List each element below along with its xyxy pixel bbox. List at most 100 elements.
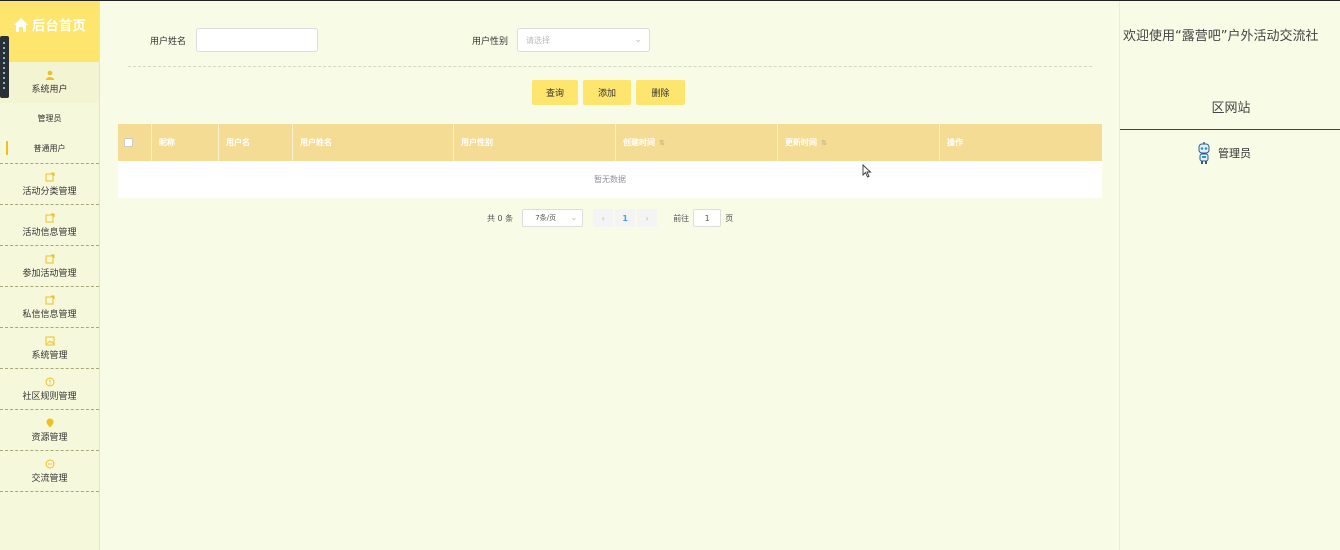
sidebar-drag-handle[interactable] [0, 36, 9, 98]
user-icon [45, 70, 54, 80]
right-panel: 欢迎使用“露营吧”户外活动交流社 区网站 管理员 [1119, 1, 1340, 550]
chevron-down-icon: ⌄ [570, 213, 578, 222]
menu-label: 活动信息管理 [22, 227, 77, 238]
add-button[interactable]: 添加 [583, 80, 631, 105]
current-user[interactable]: 管理员 [1196, 142, 1251, 164]
menu-community-rules[interactable]: 社区规则管理 [0, 369, 99, 409]
menu-group-activity-info: 活动信息管理 [0, 205, 99, 246]
menu-join-activity[interactable]: 参加活动管理 [0, 246, 99, 286]
pagination-total: 共 0 条 [487, 213, 514, 223]
goto-page-input[interactable]: 1 [693, 209, 722, 227]
user-gender-select[interactable]: 请选择 ⌄ [517, 28, 650, 52]
menu-group-system-users: 系统用户 管理员 普通用户 [0, 62, 99, 164]
menu-label: 私信信息管理 [22, 309, 77, 320]
data-table: 昵称 用户名 用户姓名 用户性别 创建时间 ⇅ 更新时间 ⇅ 操作 暂无数据 [118, 124, 1102, 198]
user-name-input[interactable] [196, 28, 318, 52]
delete-button[interactable]: 删除 [636, 80, 685, 105]
page-unit-label: 页 [725, 213, 734, 223]
menu-group-private-message: 私信信息管理 [0, 287, 99, 328]
column-real-name: 用户姓名 [292, 124, 453, 161]
chat-icon [45, 459, 54, 468]
sort-icon[interactable]: ⇅ [659, 139, 665, 147]
column-label: 更新时间 [785, 138, 817, 147]
sidebar-item-label: 管理员 [37, 113, 62, 123]
sort-icon[interactable]: ⇅ [821, 139, 827, 147]
home-icon [13, 17, 28, 32]
column-gender: 用户性别 [453, 124, 615, 161]
welcome-line-1: 欢迎使用“露营吧”户外活动交流社 [1123, 29, 1319, 44]
select-all-cell [118, 124, 151, 161]
right-divider [1120, 129, 1340, 130]
menu-private-message[interactable]: 私信信息管理 [0, 287, 99, 327]
query-button[interactable]: 查询 [532, 80, 578, 105]
sidebar-item-admin[interactable]: 管理员 [0, 103, 99, 133]
column-created-at[interactable]: 创建时间 ⇅ [615, 124, 777, 161]
menu-label: 系统用户 [31, 85, 68, 95]
welcome-line-2: 区网站 [1211, 101, 1251, 116]
column-actions: 操作 [939, 124, 1102, 161]
column-label: 创建时间 [623, 138, 655, 147]
welcome-message: 欢迎使用“露营吧”户外活动交流社 区网站 [1123, 27, 1339, 119]
menu-label: 社区规则管理 [22, 391, 77, 402]
user-name: 管理员 [1218, 147, 1251, 160]
action-buttons: 查询 添加 删除 [532, 80, 685, 105]
column-label: 用户性别 [461, 138, 493, 147]
pagination: 共 0 条 7条/页 ⌄ ‹ 1 › 前往 1 页 [487, 209, 733, 227]
image-icon [45, 336, 54, 345]
menu-label: 交流管理 [31, 473, 68, 484]
menu-label: 资源管理 [31, 432, 68, 443]
column-label: 用户姓名 [300, 138, 332, 147]
location-icon [46, 418, 53, 427]
menu-label: 系统管理 [31, 350, 68, 361]
edit-icon [45, 295, 54, 304]
menu-system-users[interactable]: 系统用户 [0, 62, 99, 103]
info-icon [45, 377, 54, 386]
page-number-button[interactable]: 1 [615, 209, 636, 227]
chevron-left-icon: ‹ [601, 213, 605, 223]
menu-group-join-activity: 参加活动管理 [0, 246, 99, 287]
menu-group-resources: 资源管理 [0, 410, 99, 451]
chevron-right-icon: › [645, 213, 649, 223]
select-all-checkbox[interactable] [124, 138, 133, 147]
edit-icon [45, 254, 54, 263]
mouse-cursor-icon [862, 164, 872, 178]
sidebar-item-label: 普通用户 [33, 143, 66, 153]
page-size-select[interactable]: 7条/页 ⌄ [522, 209, 584, 227]
menu-group-system-manage: 系统管理 [0, 328, 99, 369]
menu-activity-category[interactable]: 活动分类管理 [0, 164, 99, 204]
main-content: 用户姓名 用户性别 请选择 ⌄ 查询 添加 删除 昵称 用户名 用户姓名 用户性… [101, 1, 1119, 550]
menu-resources[interactable]: 资源管理 [0, 410, 99, 450]
edit-icon [45, 172, 54, 181]
robot-avatar-icon [1198, 142, 1210, 164]
sidebar-header: 后台首页 [0, 1, 99, 98]
user-gender-label: 用户性别 [472, 37, 509, 47]
home-title: 后台首页 [31, 19, 86, 34]
select-placeholder: 请选择 [526, 35, 550, 45]
column-label: 用户名 [226, 138, 250, 147]
menu-group-activity-category: 活动分类管理 [0, 164, 99, 205]
table-header: 昵称 用户名 用户姓名 用户性别 创建时间 ⇅ 更新时间 ⇅ 操作 [118, 124, 1102, 161]
next-page-button[interactable]: › [637, 209, 658, 227]
menu-system-manage[interactable]: 系统管理 [0, 328, 99, 368]
edit-icon [45, 213, 54, 222]
user-name-label: 用户姓名 [150, 37, 187, 47]
menu-label: 活动分类管理 [22, 186, 77, 197]
column-nickname: 昵称 [151, 124, 218, 161]
sidebar: 后台首页 系统用户 管理员 普通用户 活动分类管理 活动信息管理 参加活动管理 [0, 1, 100, 550]
column-updated-at[interactable]: 更新时间 ⇅ [777, 124, 939, 161]
home-link[interactable]: 后台首页 [13, 15, 86, 34]
goto-label: 前往 [673, 213, 690, 223]
prev-page-button[interactable]: ‹ [593, 209, 614, 227]
sidebar-item-normal-users[interactable]: 普通用户 [0, 133, 99, 163]
search-form: 用户姓名 用户性别 请选择 ⌄ [101, 28, 1119, 52]
chevron-down-icon: ⌄ [634, 35, 642, 45]
menu-label: 参加活动管理 [22, 268, 77, 279]
menu-group-community-rules: 社区规则管理 [0, 369, 99, 410]
form-divider [128, 66, 1092, 67]
page-size-value: 7条/页 [535, 214, 556, 222]
column-label: 操作 [947, 138, 963, 147]
column-label: 昵称 [159, 138, 175, 147]
column-username: 用户名 [218, 124, 292, 161]
menu-activity-info[interactable]: 活动信息管理 [0, 205, 99, 245]
menu-communication[interactable]: 交流管理 [0, 451, 99, 491]
